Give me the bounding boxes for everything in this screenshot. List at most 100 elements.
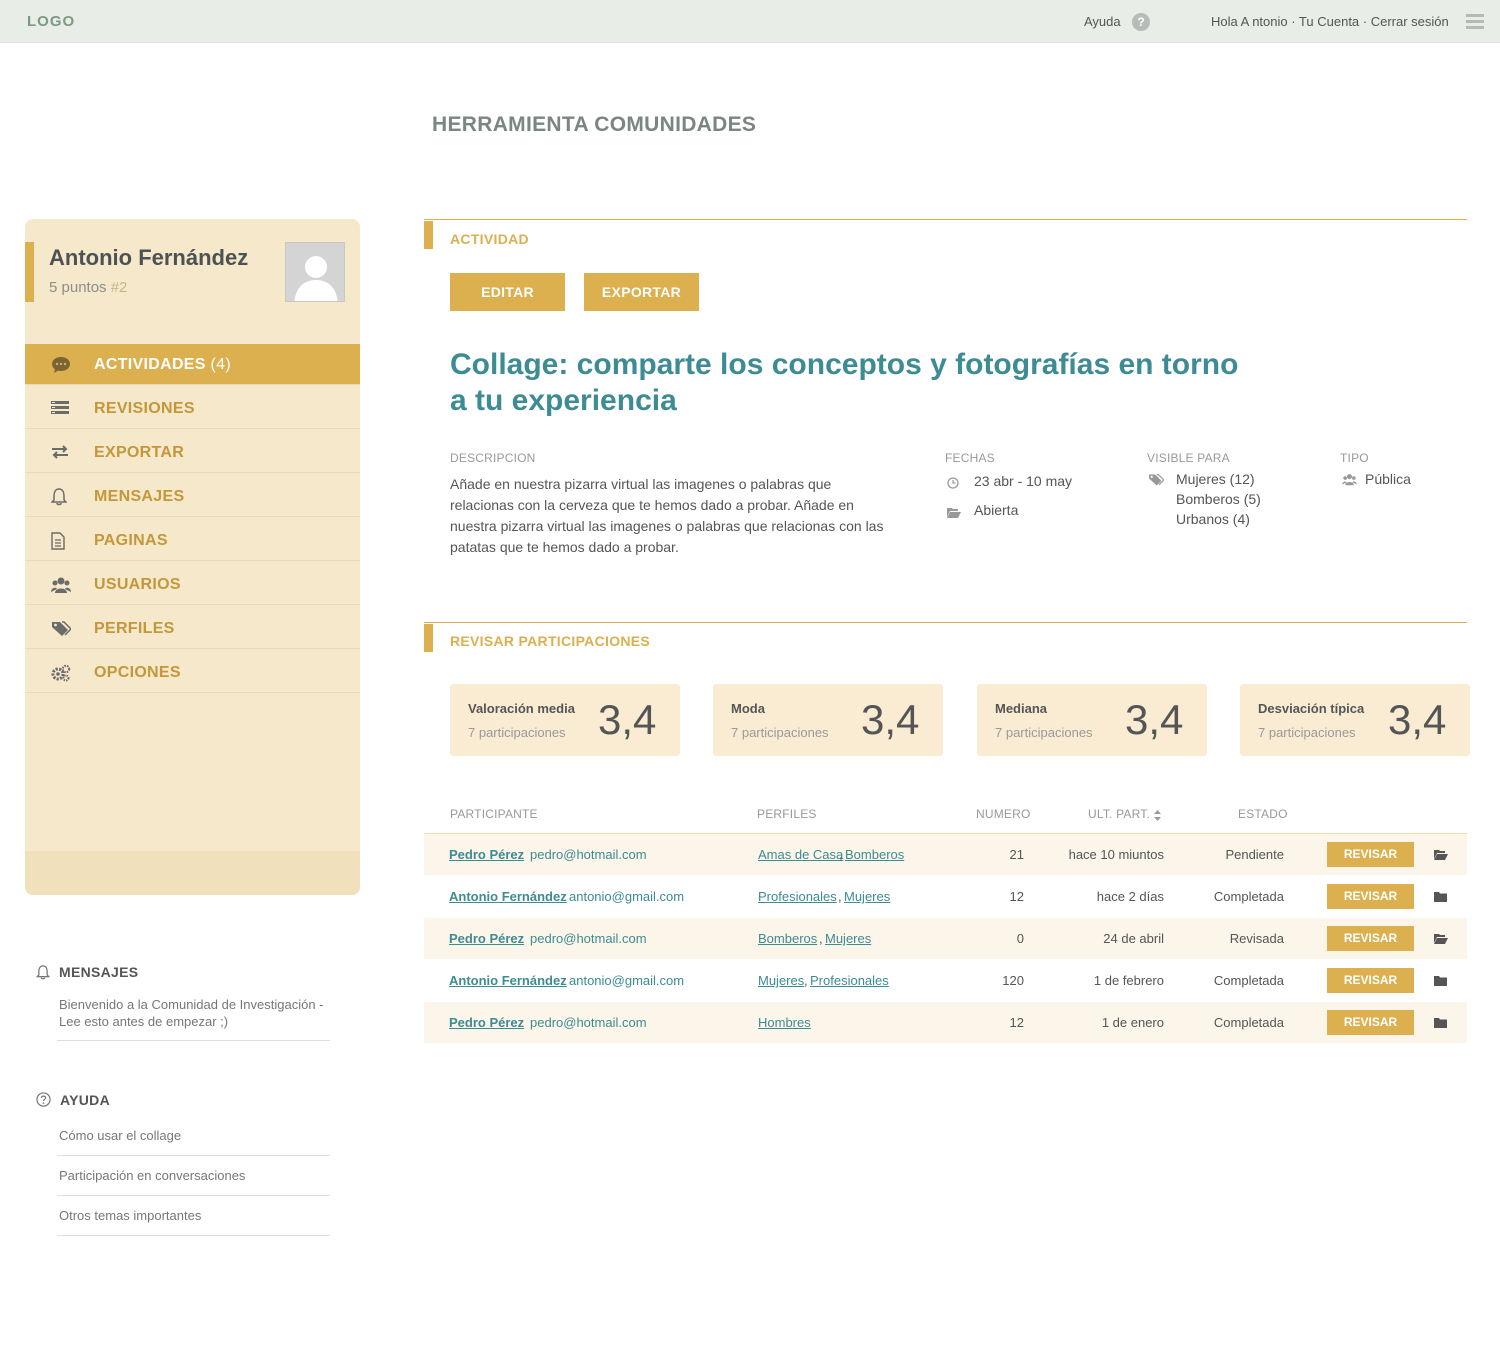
participant-email: pedro@hotmail.com (530, 847, 647, 862)
profile-link[interactable]: Hombres (758, 1015, 811, 1030)
folder-icon[interactable] (1434, 1015, 1448, 1028)
review-button[interactable]: REVISAR (1327, 926, 1414, 951)
sidebar-item-label: EXPORTAR (94, 444, 185, 461)
sidebar-item-opciones[interactable]: OPCIONES (25, 652, 360, 693)
activity-section-title: ACTIVIDAD (450, 231, 529, 247)
profile-link[interactable]: Amas de Casa (758, 847, 843, 862)
sidebar-item-label: OPCIONES (94, 664, 181, 681)
section-marker (424, 221, 433, 249)
folder-icon[interactable] (1434, 973, 1448, 986)
last-participation: 24 de abril (1103, 931, 1164, 946)
stat-value: 3,4 (861, 696, 920, 743)
sidebar: Antonio Fernández 5 puntos #2 ACTIVIDADE… (25, 219, 360, 895)
help-link[interactable]: Ayuda (1084, 14, 1121, 29)
table-row: Pedro Pérez pedro@hotmail.com Amas de Ca… (424, 834, 1467, 875)
avatar[interactable] (285, 242, 345, 302)
help-link-conversaciones[interactable]: Participación en conversaciones (59, 1167, 245, 1184)
stat-card-desviacion: Desviación típica 7 participaciones 3,4 (1240, 684, 1470, 756)
user-account-links[interactable]: Hola A ntonio · Tu Cuenta · Cerrar sesió… (1211, 14, 1449, 29)
dates-label: FECHAS (945, 451, 995, 465)
sidebar-item-label: REVISIONES (94, 400, 195, 417)
tags-icon (1148, 473, 1165, 492)
row-status: Revisada (1229, 931, 1284, 946)
last-participation: 1 de febrero (1093, 973, 1164, 988)
review-button[interactable]: REVISAR (1327, 1010, 1414, 1035)
profile-link[interactable]: Mujeres (844, 889, 890, 904)
section-marker (424, 624, 433, 652)
users-icon (51, 576, 71, 594)
column-header-numero[interactable]: NUMERO (976, 807, 1031, 821)
dates-value: 23 abr - 10 may (974, 473, 1073, 489)
participant-name[interactable]: Antonio Fernández (449, 889, 567, 904)
export-button[interactable]: EXPORTAR (584, 273, 699, 311)
side-messages-title: MENSAJES (59, 964, 139, 980)
divider (57, 1155, 330, 1156)
participant-name[interactable]: Pedro Pérez (449, 931, 524, 946)
tags-icon (51, 620, 73, 638)
last-participation: hace 10 miuntos (1068, 847, 1164, 862)
sort-icon[interactable] (1154, 808, 1161, 826)
column-header-perfiles[interactable]: PERFILES (757, 807, 817, 821)
profile-link[interactable]: Bomberos (758, 931, 817, 946)
row-status: Completada (1213, 1015, 1284, 1030)
stat-sub: 7 participaciones (995, 725, 1093, 740)
table-row: Pedro Pérez pedro@hotmail.com Hombres 12… (424, 1002, 1467, 1043)
review-button[interactable]: REVISAR (1327, 842, 1414, 867)
profile-link[interactable]: Mujeres (825, 931, 871, 946)
review-button[interactable]: REVISAR (1327, 968, 1414, 993)
folder-open-icon[interactable] (1434, 931, 1448, 944)
stat-value: 3,4 (598, 696, 657, 743)
visible-label: VISIBLE PARA (1147, 451, 1230, 465)
column-header-estado[interactable]: ESTADO (1238, 807, 1288, 821)
sidebar-item-actividades[interactable]: ACTIVIDADES (4) (25, 344, 360, 385)
edit-button[interactable]: EDITAR (450, 273, 565, 311)
help-link-collage[interactable]: Cómo usar el collage (59, 1127, 181, 1144)
points-text: 5 puntos (49, 279, 107, 296)
sidebar-item-usuarios[interactable]: USUARIOS (25, 564, 360, 605)
table-row: Antonio Fernández antonio@gmail.com Muje… (424, 960, 1467, 1001)
bell-icon (35, 965, 51, 985)
logo[interactable]: LOGO (27, 13, 75, 30)
stat-label: Moda (731, 701, 765, 716)
sidebar-item-perfiles[interactable]: PERFILES (25, 608, 360, 649)
hamburger-menu-icon[interactable] (1466, 14, 1484, 30)
folder-icon[interactable] (1434, 889, 1448, 902)
review-button[interactable]: REVISAR (1327, 884, 1414, 909)
nav-label-text: ACTIVIDADES (94, 356, 206, 373)
stat-card-media: Valoración media 7 participaciones 3,4 (450, 684, 680, 756)
divider (57, 1235, 330, 1236)
sidebar-item-mensajes[interactable]: MENSAJES (25, 476, 360, 517)
profile-link[interactable]: Profesionales (758, 889, 837, 904)
column-header-participante[interactable]: PARTICIPANTE (450, 807, 538, 821)
participant-name[interactable]: Antonio Fernández (449, 973, 567, 988)
profile-link[interactable]: Bomberos (845, 847, 904, 862)
sidebar-item-revisiones[interactable]: REVISIONES (25, 388, 360, 429)
stat-card-mediana: Mediana 7 participaciones 3,4 (977, 684, 1207, 756)
avatar-placeholder-icon (294, 256, 338, 301)
profile-link[interactable]: Mujeres (758, 973, 804, 988)
column-header-ult-part[interactable]: ULT. PART. (1088, 807, 1150, 821)
description-text: Añade en nuestra pizarra virtual las ima… (450, 476, 884, 555)
participation-number: 12 (1009, 1015, 1024, 1030)
participant-name[interactable]: Pedro Pérez (449, 1015, 524, 1030)
help-link-otros-temas[interactable]: Otros temas importantes (59, 1207, 201, 1224)
comma: , (839, 847, 843, 862)
comma: , (838, 889, 842, 904)
table-row: Antonio Fernández antonio@gmail.com Prof… (424, 876, 1467, 917)
users-icon (1342, 473, 1357, 491)
stat-value: 3,4 (1125, 696, 1184, 743)
arrows-exchange-icon (51, 444, 69, 462)
stat-card-moda: Moda 7 participaciones 3,4 (713, 684, 943, 756)
sidebar-item-exportar[interactable]: EXPORTAR (25, 432, 360, 473)
document-icon (51, 532, 69, 550)
profile-link[interactable]: Profesionales (810, 973, 889, 988)
folder-open-icon[interactable] (1434, 847, 1448, 860)
section-divider (424, 622, 1467, 623)
table-row: Pedro Pérez pedro@hotmail.com Bomberos ,… (424, 918, 1467, 959)
participant-name[interactable]: Pedro Pérez (449, 847, 524, 862)
visible-item: Urbanos (4) (1176, 511, 1250, 527)
side-message-text[interactable]: Bienvenido a la Comunidad de Investigaci… (59, 996, 334, 1030)
sidebar-item-paginas[interactable]: PAGINAS (25, 520, 360, 561)
help-icon[interactable]: ? (1132, 13, 1150, 31)
folder-open-icon (947, 505, 961, 523)
